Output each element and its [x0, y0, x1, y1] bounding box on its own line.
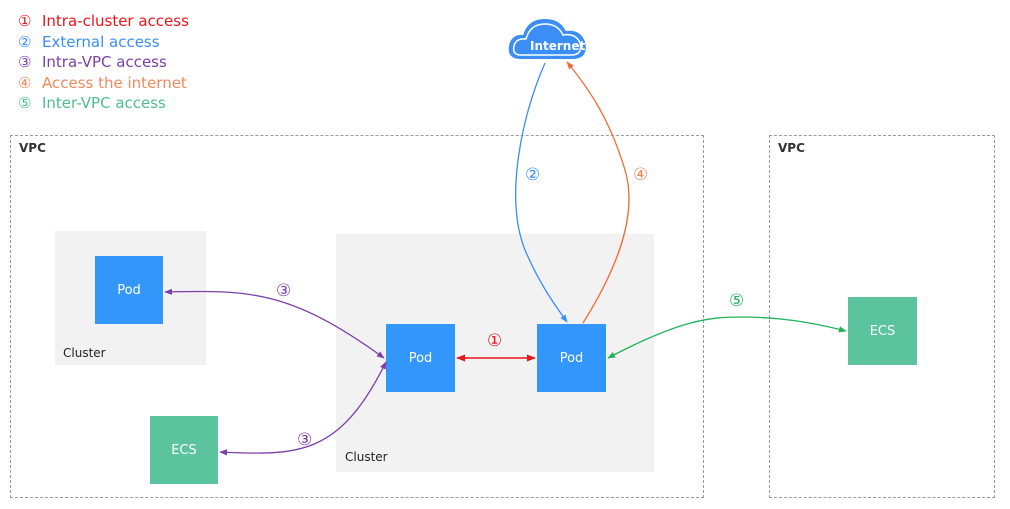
marker-inter-vpc: ⑤ [729, 291, 745, 311]
edge-internet [566, 61, 630, 324]
marker-internet: ④ [633, 165, 649, 185]
marker-external: ② [525, 165, 541, 185]
edge-intra-vpc-pod [164, 288, 385, 359]
connections [164, 18, 847, 456]
marker-intra-vpc-ecs: ③ [297, 430, 313, 450]
marker-intra-cluster: ① [487, 331, 503, 351]
internet-label: Internet [530, 39, 586, 53]
marker-intra-vpc-pod: ③ [276, 281, 292, 301]
edge-external [515, 62, 568, 323]
edge-inter-vpc [607, 316, 847, 359]
